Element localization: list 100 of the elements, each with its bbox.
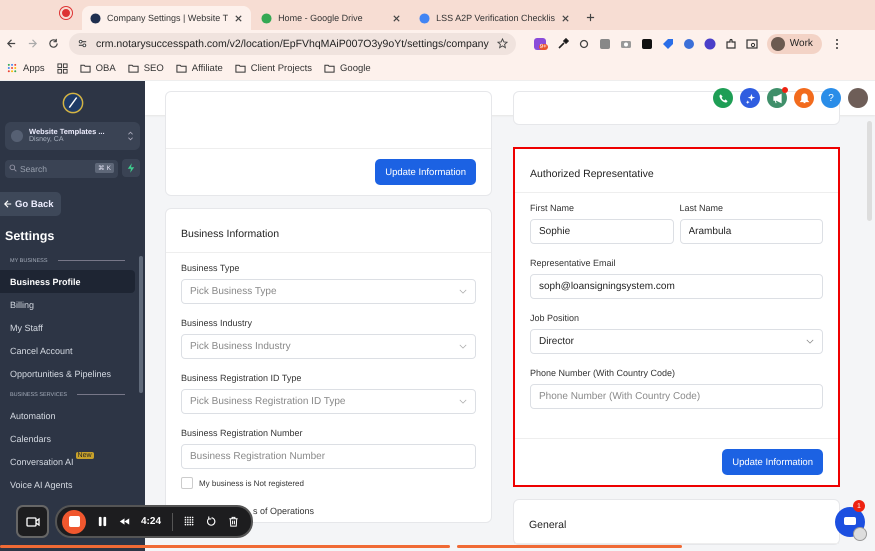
input-field[interactable]: Sophie bbox=[530, 219, 674, 244]
select-field[interactable]: Pick Business Registration ID Type bbox=[181, 389, 476, 414]
up-down-chevron-icon bbox=[127, 131, 134, 141]
page-icon bbox=[419, 12, 430, 24]
tab-search-icon[interactable] bbox=[746, 38, 758, 50]
sidebar-item[interactable]: Billing bbox=[0, 293, 135, 316]
browser-tab[interactable]: Company Settings | Website T bbox=[82, 6, 252, 30]
reload-icon[interactable] bbox=[48, 38, 59, 49]
puzzle-icon[interactable] bbox=[724, 38, 737, 50]
arrow-left-icon bbox=[4, 200, 12, 208]
location-icon bbox=[11, 130, 23, 142]
sidebar-item[interactable]: Calendars bbox=[0, 427, 135, 450]
select-field[interactable]: Director bbox=[530, 329, 823, 354]
megaphone-icon[interactable] bbox=[767, 88, 787, 108]
address-bar[interactable]: crm.notarysuccesspath.com/v2/location/EpFVhqMAiP007O3y9oYt/settings/company bbox=[69, 32, 516, 54]
select-field[interactable]: Pick Business Type bbox=[181, 279, 476, 304]
extension-icon[interactable] bbox=[704, 38, 716, 50]
logo-icon bbox=[62, 92, 84, 114]
input-field[interactable]: soph@loansigningsystem.com bbox=[530, 274, 823, 299]
sidebar-item[interactable]: Opportunities & Pipelines bbox=[0, 362, 135, 385]
field-label: Business Industry bbox=[181, 318, 254, 328]
folder-icon bbox=[176, 63, 187, 74]
card-title: Business Information bbox=[166, 209, 491, 253]
eyedropper-icon[interactable] bbox=[556, 38, 569, 50]
field-label: Representative Email bbox=[530, 258, 617, 268]
record-icon bbox=[60, 7, 72, 19]
input-field[interactable]: Arambula bbox=[680, 219, 823, 244]
select-field[interactable]: Pick Business Industry bbox=[181, 334, 476, 359]
close-icon[interactable] bbox=[560, 14, 570, 22]
scrollbar[interactable] bbox=[139, 256, 143, 393]
field-label: Business Registration Number bbox=[181, 428, 304, 438]
page-icon bbox=[90, 12, 101, 24]
field-label: Business Registration ID Type bbox=[181, 373, 302, 383]
sidebar-item[interactable]: Business Profile bbox=[0, 270, 135, 293]
chevron-down-icon bbox=[806, 339, 814, 344]
stop-button[interactable] bbox=[62, 510, 86, 534]
site-settings-icon[interactable] bbox=[77, 38, 88, 49]
field-label: Business Type bbox=[181, 263, 240, 273]
settings-heading: Settings bbox=[5, 229, 56, 243]
sparkle-icon[interactable] bbox=[740, 88, 760, 108]
close-icon[interactable] bbox=[234, 14, 244, 22]
bell-icon[interactable] bbox=[794, 88, 814, 108]
input-field[interactable]: Phone Number (With Country Code) bbox=[530, 384, 823, 409]
avatar[interactable] bbox=[848, 88, 868, 108]
bookmark[interactable]: SEO bbox=[128, 63, 164, 74]
back-arrow-icon[interactable] bbox=[6, 38, 17, 49]
update-information-button[interactable]: Update Information bbox=[375, 159, 476, 185]
lightning-icon bbox=[127, 163, 135, 173]
bookmark[interactable]: Client Projects bbox=[234, 63, 312, 74]
bookmark[interactable]: Google bbox=[324, 63, 371, 74]
folder-icon bbox=[128, 63, 139, 74]
profile-button[interactable]: Work bbox=[766, 34, 822, 54]
field-label: Job Position bbox=[530, 313, 580, 323]
chevron-down-icon bbox=[459, 344, 467, 349]
chevron-down-icon bbox=[459, 399, 467, 404]
input-field[interactable]: Business Registration Number bbox=[181, 444, 476, 469]
sidebar-item[interactable]: Voice AI Agents bbox=[0, 473, 135, 496]
new-tab-icon[interactable] bbox=[586, 13, 595, 22]
folder-icon bbox=[324, 63, 336, 74]
tag-icon[interactable] bbox=[662, 38, 674, 50]
url-text: crm.notarysuccesspath.com/v2/location/EpFVhqMAiP007O3y9oYt/settings/company bbox=[96, 38, 489, 50]
bookmark[interactable]: Apps bbox=[7, 63, 45, 74]
bookmark[interactable]: OBA bbox=[80, 63, 116, 74]
sidebar-item[interactable]: Cancel Account bbox=[0, 339, 135, 362]
rewind-icon[interactable] bbox=[119, 516, 130, 527]
close-icon[interactable] bbox=[392, 14, 402, 22]
field-label: First Name bbox=[530, 203, 576, 213]
field-label: Last Name bbox=[680, 203, 724, 213]
folder-icon bbox=[234, 63, 246, 74]
pause-icon[interactable] bbox=[97, 516, 108, 527]
tab-groups-icon[interactable] bbox=[56, 63, 68, 74]
phone-icon[interactable] bbox=[713, 88, 733, 108]
camera-button[interactable] bbox=[16, 505, 49, 538]
checkbox-label: My business is Not registered bbox=[199, 478, 304, 488]
update-information-button[interactable]: Update Information bbox=[722, 449, 823, 475]
trash-icon[interactable] bbox=[228, 516, 240, 527]
extension-icon[interactable] bbox=[640, 38, 653, 50]
field-label: s of Operations bbox=[253, 506, 314, 516]
bookmark-star-icon[interactable] bbox=[496, 38, 508, 49]
folder-icon bbox=[80, 63, 91, 74]
bookmark[interactable]: Affiliate bbox=[176, 63, 223, 74]
search-icon bbox=[9, 164, 17, 172]
sidebar-item[interactable]: Automation bbox=[0, 404, 135, 427]
go-back-button[interactable]: Go Back bbox=[0, 192, 61, 216]
restart-icon[interactable] bbox=[206, 516, 218, 527]
recording-time: 4:24 bbox=[141, 516, 162, 527]
quick-action-button[interactable] bbox=[122, 159, 140, 177]
avatar-icon bbox=[770, 36, 785, 50]
scrollbar[interactable] bbox=[867, 121, 872, 221]
checkbox[interactable] bbox=[181, 477, 193, 489]
browser-tab[interactable]: LSS A2P Verification Checklis bbox=[411, 6, 578, 30]
browser-tab[interactable]: Home - Google Drive bbox=[253, 6, 410, 30]
card-title: Authorized Representative bbox=[515, 149, 838, 193]
field-label: Phone Number (With Country Code) bbox=[530, 368, 676, 378]
video-camera-icon bbox=[26, 516, 40, 526]
grid-icon[interactable] bbox=[184, 516, 196, 527]
chat-icon bbox=[843, 516, 857, 528]
chevron-down-icon bbox=[459, 289, 467, 294]
apps-grid-icon bbox=[7, 63, 18, 74]
sidebar-item[interactable]: My Staff bbox=[0, 316, 135, 339]
